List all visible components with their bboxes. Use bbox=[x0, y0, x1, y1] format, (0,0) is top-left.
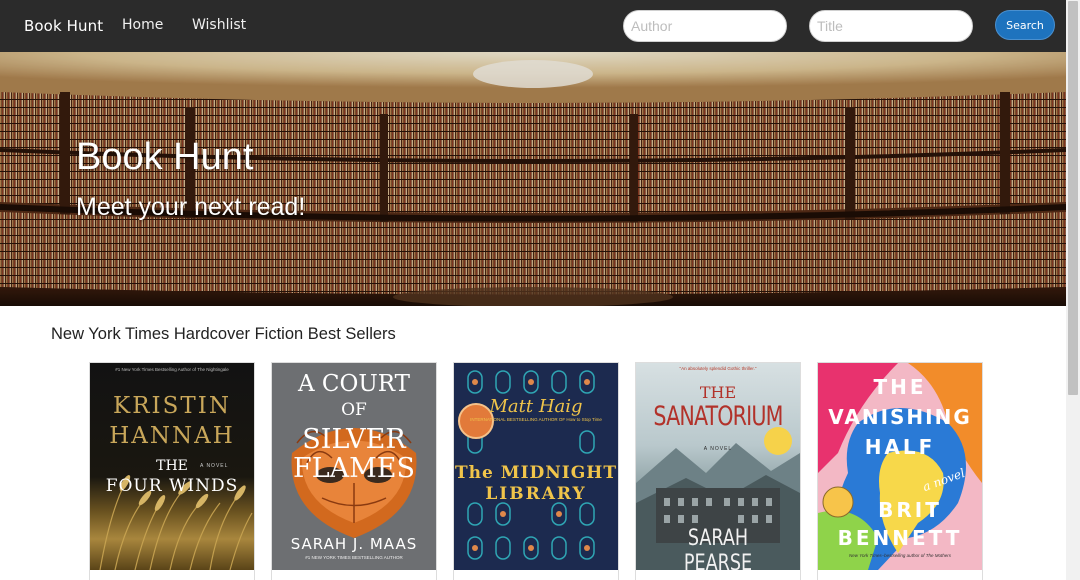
hero-banner: Book Hunt Meet your next read! bbox=[0, 52, 1066, 306]
book-tagline: INTERNATIONAL BESTSELLING AUTHOR OF How … bbox=[470, 417, 602, 422]
book-tagline: #1 New York Times Bestselling Author of … bbox=[115, 367, 229, 372]
book-cover: "An absolutely splendid Gothic thriller.… bbox=[636, 363, 800, 570]
book-card-four-winds[interactable]: #1 New York Times Bestselling Author of … bbox=[89, 362, 255, 580]
title-search-input[interactable] bbox=[809, 10, 973, 42]
book-title-line1: The MIDNIGHT bbox=[455, 463, 617, 483]
book-author: SARAH J. MAAS bbox=[290, 535, 418, 553]
book-title-line1: THE bbox=[156, 458, 188, 474]
book-badge: A NOVEL bbox=[703, 446, 733, 452]
top-navbar: Book Hunt Home Wishlist Search bbox=[0, 0, 1066, 52]
book-cover: #1 New York Times Bestselling Author of … bbox=[90, 363, 254, 570]
book-card-sanatorium[interactable]: "An absolutely splendid Gothic thriller.… bbox=[635, 362, 801, 580]
book-author-first: KRISTIN bbox=[113, 393, 231, 419]
brand-logo[interactable]: Book Hunt bbox=[24, 17, 103, 35]
hero-title: Book Hunt bbox=[76, 136, 254, 178]
book-cover: A COURT OF SILVER FLAMES SARAH J. MAAS #… bbox=[272, 363, 436, 570]
page-scrollbar[interactable] bbox=[1066, 0, 1080, 580]
book-author: Matt Haig bbox=[489, 396, 583, 417]
author-search-input[interactable] bbox=[623, 10, 787, 42]
nav-wishlist-link[interactable]: Wishlist bbox=[192, 17, 246, 33]
book-title-line2: OF bbox=[341, 400, 367, 420]
book-card-court-of-silver-flames[interactable]: A COURT OF SILVER FLAMES SARAH J. MAAS #… bbox=[271, 362, 437, 580]
book-author-first: BRIT bbox=[878, 498, 942, 522]
book-author-last: BENNETT bbox=[837, 526, 963, 550]
book-title-line3: SILVER bbox=[302, 424, 406, 455]
book-title-line4: FLAMES bbox=[292, 453, 415, 484]
hero-subtitle: Meet your next read! bbox=[76, 193, 306, 221]
book-title-line1: THE bbox=[699, 383, 737, 402]
book-title-line1: THE bbox=[873, 375, 927, 399]
book-title-line2: VANISHING bbox=[828, 405, 972, 429]
book-title-line2: FOUR WINDS bbox=[105, 476, 239, 496]
book-tagline: "An absolutely splendid Gothic thriller.… bbox=[679, 366, 757, 371]
book-author: SARAH PEARSE bbox=[683, 526, 753, 570]
scrollbar-thumb[interactable] bbox=[1068, 1, 1078, 395]
book-tagline: #1 NEW YORK TIMES BESTSELLING AUTHOR bbox=[305, 555, 403, 560]
book-title-line3: HALF bbox=[864, 435, 936, 459]
book-card-midnight-library[interactable]: Matt Haig INTERNATIONAL BESTSELLING AUTH… bbox=[453, 362, 619, 580]
nav-home-link[interactable]: Home bbox=[122, 17, 163, 33]
book-tagline: New York Times–bestselling author of The… bbox=[849, 553, 951, 558]
book-title-line2: LIBRARY bbox=[485, 484, 587, 504]
book-title-line1: A COURT bbox=[297, 371, 410, 397]
search-button[interactable]: Search bbox=[995, 10, 1055, 40]
book-author-last: HANNAH bbox=[109, 423, 235, 449]
book-badge: A NOVEL bbox=[200, 463, 229, 469]
book-cover: THE VANISHING HALF a novel BRIT BENNETT … bbox=[818, 363, 982, 570]
book-cover: Matt Haig INTERNATIONAL BESTSELLING AUTH… bbox=[454, 363, 618, 570]
library-background-image bbox=[0, 52, 1066, 306]
book-card-vanishing-half[interactable]: THE VANISHING HALF a novel BRIT BENNETT … bbox=[817, 362, 983, 580]
section-heading: New York Times Hardcover Fiction Best Se… bbox=[51, 325, 396, 343]
book-title-line2: SANATORIUM bbox=[653, 401, 783, 432]
